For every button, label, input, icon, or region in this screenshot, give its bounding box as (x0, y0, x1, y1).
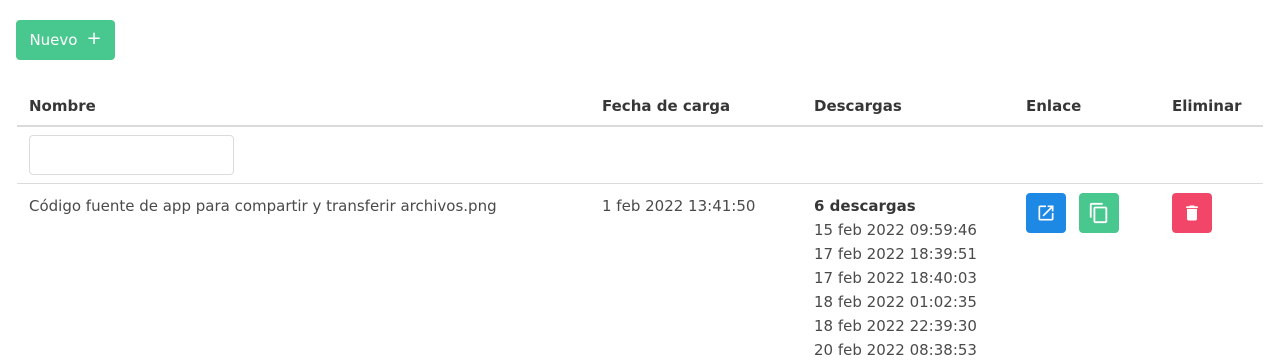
header-link: Enlace (1026, 97, 1082, 115)
header-divider (17, 125, 1263, 127)
delete-button[interactable] (1172, 193, 1212, 233)
download-timestamp: 18 feb 2022 01:02:35 (814, 293, 977, 311)
download-timestamp: 17 feb 2022 18:39:51 (814, 245, 977, 263)
downloads-count: 6 descargas (814, 197, 916, 215)
open-link-button[interactable] (1026, 193, 1066, 233)
header-upload-date: Fecha de carga (602, 97, 731, 115)
download-timestamp: 18 feb 2022 22:39:30 (814, 317, 977, 335)
new-button[interactable]: Nuevo + (16, 20, 115, 60)
download-timestamp: 15 feb 2022 09:59:46 (814, 221, 977, 239)
downloads-cell: 6 descargas 15 feb 2022 09:59:46 17 feb … (814, 197, 977, 362)
open-external-icon (1038, 205, 1054, 221)
copy-icon (1089, 202, 1108, 224)
header-name: Nombre (29, 97, 96, 115)
row-divider (17, 183, 1263, 184)
header-downloads: Descargas (814, 97, 902, 115)
name-filter-input[interactable] (29, 135, 234, 175)
download-timestamp: 20 feb 2022 08:38:53 (814, 341, 977, 359)
file-name: Código fuente de app para compartir y tr… (29, 197, 497, 215)
download-timestamp: 17 feb 2022 18:40:03 (814, 269, 977, 287)
copy-link-button[interactable] (1079, 193, 1119, 233)
trash-icon (1186, 205, 1198, 221)
header-delete: Eliminar (1172, 97, 1242, 115)
upload-date: 1 feb 2022 13:41:50 (602, 197, 756, 215)
downloads-list: 15 feb 2022 09:59:46 17 feb 2022 18:39:5… (814, 218, 977, 362)
new-button-label: Nuevo (29, 31, 78, 49)
plus-icon: + (86, 28, 102, 49)
